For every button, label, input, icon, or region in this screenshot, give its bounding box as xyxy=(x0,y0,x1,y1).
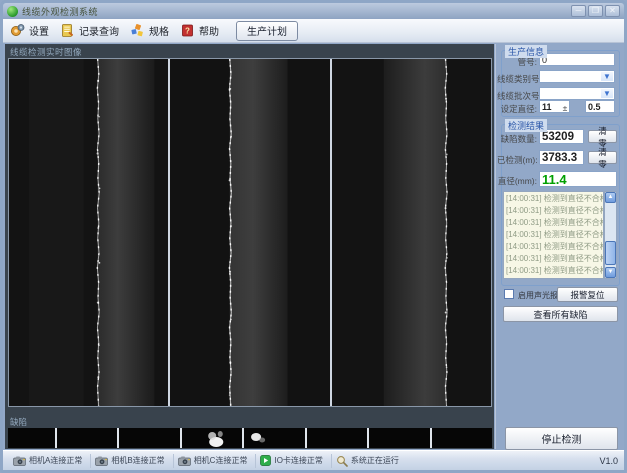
io-card-icon xyxy=(260,455,271,466)
toolbar-label-records: 记录查询 xyxy=(79,23,119,38)
status-io-card: IO卡连接正常 xyxy=(256,454,331,468)
log-entry: [14:00:31] 检测到直径不合格 xyxy=(506,193,603,205)
toolbar-label-spec: 规格 xyxy=(149,23,169,38)
help-book-icon: ? xyxy=(180,23,195,38)
log-entry: [14:00:31] 检测到直径不合格 xyxy=(506,265,603,277)
title-bar[interactable]: 线缆外观检测系统 ─ ❐ ✕ xyxy=(3,3,624,19)
version-label: V1.0 xyxy=(599,456,618,466)
set-diameter-label: 设定直径: xyxy=(497,103,537,115)
status-bar: 相机A连接正常 相机B连接正常 相机C连接正常 xyxy=(3,450,624,470)
diameter-label: 直径(mm): xyxy=(497,175,537,187)
toolbar-item-spec[interactable]: 规格 xyxy=(130,23,169,38)
defect-count-label: 缺陷数量: xyxy=(497,133,537,145)
alarm-checkbox[interactable] xyxy=(504,289,514,299)
defect-thumbnail-2[interactable] xyxy=(119,428,179,448)
log-entry: [14:00:31] 检测到直径不合格 xyxy=(506,253,603,265)
alarm-reset-button[interactable]: 报警复位 xyxy=(557,287,618,302)
status-label: 相机B连接正常 xyxy=(111,455,164,466)
panel-divider xyxy=(495,44,496,449)
toolbar: 设置 记录查询 规格 ? 帮助 xyxy=(3,19,624,43)
scroll-up-icon[interactable]: ▲ xyxy=(605,192,616,203)
scroll-down-icon[interactable]: ▼ xyxy=(605,267,616,278)
tolerance-input[interactable] xyxy=(585,100,615,113)
diameter-field[interactable] xyxy=(539,171,617,187)
camera-view-1-image xyxy=(9,59,168,406)
minimize-button[interactable]: ─ xyxy=(571,5,586,17)
cable-type-label: 线缆类别号: xyxy=(497,73,537,85)
status-label: 相机A连接正常 xyxy=(29,455,82,466)
production-info-title: 生产信息 xyxy=(505,45,547,58)
toolbar-item-help[interactable]: ? 帮助 xyxy=(180,23,219,38)
log-entry: [14:00:31] 检测到直径不合格 xyxy=(506,229,603,241)
log-scrollbar[interactable]: ▲ ▼ xyxy=(604,191,617,279)
status-label: IO卡连接正常 xyxy=(274,455,322,466)
close-button[interactable]: ✕ xyxy=(605,5,620,17)
camera-icon xyxy=(13,456,26,466)
production-plan-button[interactable]: 生产计划 xyxy=(236,21,298,41)
image-panel-title: 线缆检测实时图像 xyxy=(10,46,82,58)
chevron-down-icon: ▼ xyxy=(601,72,613,81)
magnifier-icon xyxy=(336,455,348,467)
cable-type-select[interactable]: ▼ xyxy=(539,70,615,83)
tube-no-input[interactable] xyxy=(539,53,615,66)
svg-text:?: ? xyxy=(185,27,190,36)
defect-thumbnail-6[interactable] xyxy=(369,428,429,448)
log-entry: [14:00:31] 检测到直径不合格 xyxy=(506,205,603,217)
defect-thumbnail-5[interactable] xyxy=(307,428,367,448)
defect-thumbnail-7[interactable] xyxy=(432,428,492,448)
defect-thumbnail-1[interactable] xyxy=(57,428,117,448)
toolbar-item-settings[interactable]: 设置 xyxy=(10,23,49,38)
app-window: 线缆外观检测系统 ─ ❐ ✕ 设置 记录查询 xyxy=(0,0,627,473)
measured-length-field[interactable] xyxy=(539,150,584,165)
status-system-running: 系统正在运行 xyxy=(332,454,407,468)
clear-measured-length-button[interactable]: 清零 xyxy=(588,151,617,164)
defect-thumbnail-3[interactable] xyxy=(182,428,242,448)
defect-blob-image xyxy=(182,428,242,448)
toolbar-label-settings: 设置 xyxy=(29,23,49,38)
view-all-defects-button[interactable]: 查看所有缺陷 xyxy=(503,306,618,322)
app-icon xyxy=(7,6,18,17)
results-title: 检测结果 xyxy=(505,119,547,132)
toolbar-label-help: 帮助 xyxy=(199,23,219,38)
status-camera-a: 相机A连接正常 xyxy=(9,454,91,468)
status-label: 系统正在运行 xyxy=(351,455,399,466)
defect-thumbnail-4[interactable] xyxy=(244,428,304,448)
log-entry: [14:00:31] 检测到直径不合格 xyxy=(506,217,603,229)
camera-view-2-image xyxy=(170,59,329,406)
plus-minus-sign: ± xyxy=(556,103,574,113)
window-controls: ─ ❐ ✕ xyxy=(571,5,620,17)
batch-no-label: 线缆批次号: xyxy=(497,90,537,102)
defect-blob-image xyxy=(244,428,304,448)
stop-detection-button[interactable]: 停止检测 xyxy=(505,427,618,450)
batch-no-select[interactable]: ▼ xyxy=(539,87,615,100)
camera-icon xyxy=(95,456,108,466)
spec-icon xyxy=(130,23,145,38)
defect-strip-label: 缺陷 xyxy=(10,416,27,428)
camera-view-1 xyxy=(9,59,168,406)
camera-view-2 xyxy=(170,59,329,406)
status-label: 相机C连接正常 xyxy=(194,455,248,466)
camera-icon xyxy=(178,456,191,466)
detection-log-list[interactable]: [14:00:31] 检测到直径不合格 [14:00:31] 检测到直径不合格 … xyxy=(503,191,604,279)
camera-view-3-image xyxy=(332,59,491,406)
settings-gear-icon xyxy=(10,23,25,38)
log-entry: [14:00:31] 检测到直径不合格 xyxy=(506,241,603,253)
scrollbar-thumb[interactable] xyxy=(605,241,616,265)
restore-button[interactable]: ❐ xyxy=(588,5,603,17)
measured-length-label: 已检测(m): xyxy=(497,154,537,166)
toolbar-item-records[interactable]: 记录查询 xyxy=(60,23,119,38)
status-camera-b: 相机B连接正常 xyxy=(91,454,173,468)
chevron-down-icon: ▼ xyxy=(601,89,613,98)
records-book-icon xyxy=(60,23,75,38)
window-title: 线缆外观检测系统 xyxy=(22,5,98,18)
camera-view-3 xyxy=(332,59,491,406)
defect-thumbnail-strip xyxy=(8,428,492,448)
defect-strip-spacer xyxy=(8,428,55,448)
camera-views xyxy=(8,58,492,407)
clear-defect-count-button[interactable]: 清零 xyxy=(588,130,617,143)
status-camera-c: 相机C连接正常 xyxy=(174,454,257,468)
